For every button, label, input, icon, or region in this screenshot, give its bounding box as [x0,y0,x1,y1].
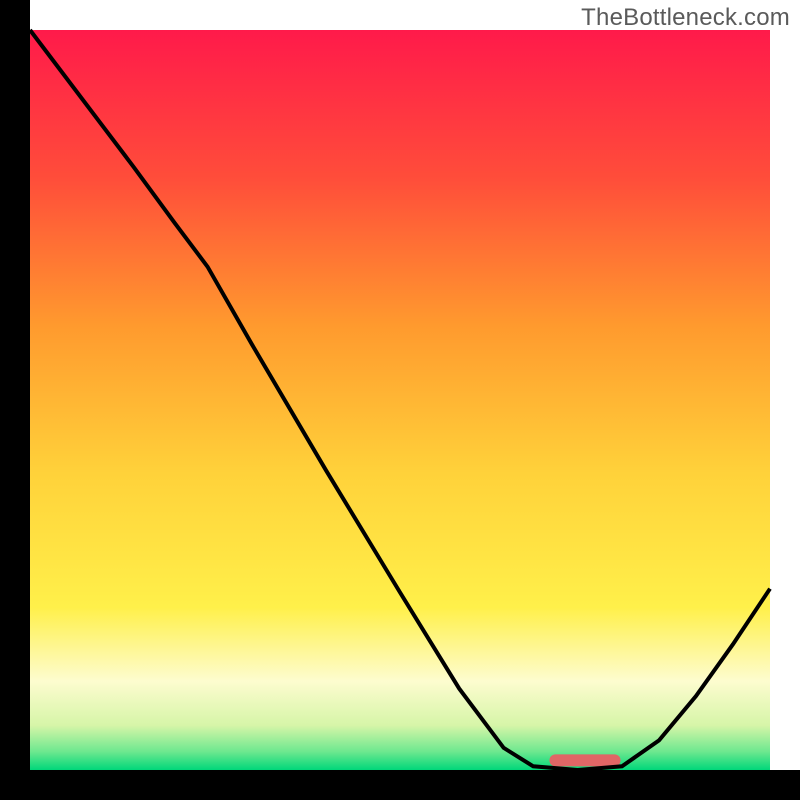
chart-container: TheBottleneck.com [0,0,800,800]
axis-left [0,0,30,800]
axis-bottom [0,770,800,800]
plot-background [30,30,770,770]
watermark-text: TheBottleneck.com [581,4,790,32]
bottleneck-chart [0,0,800,800]
